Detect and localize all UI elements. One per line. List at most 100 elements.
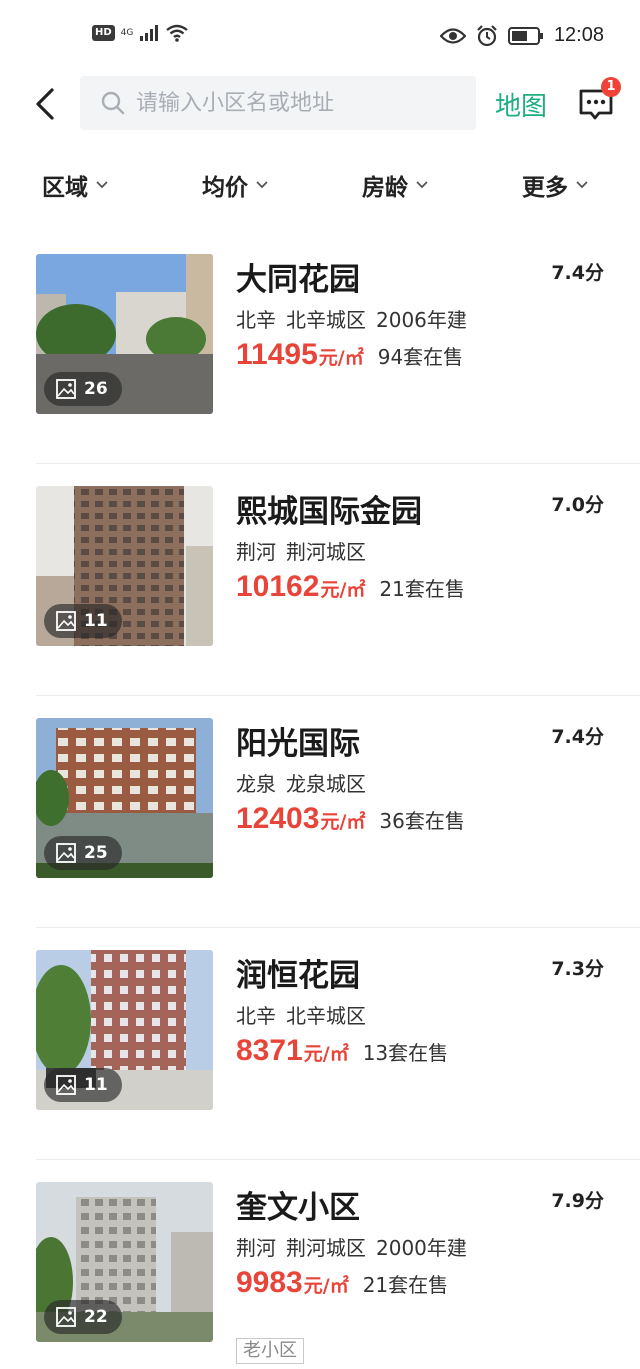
photo-count: 11 (84, 611, 108, 631)
district-label: 北辛城区 (286, 1004, 366, 1028)
district-label: 北辛城区 (286, 308, 366, 332)
filter-label: 更多 (522, 175, 568, 201)
community-score: 7.3分 (551, 958, 604, 980)
image-icon (56, 611, 76, 631)
community-name[interactable]: 大同花园 (236, 254, 360, 299)
community-score: 7.4分 (551, 726, 604, 748)
hd-indicator: HD (92, 25, 115, 41)
message-count-badge: 1 (601, 77, 621, 97)
search-icon (101, 91, 125, 115)
avg-price: 11495 (236, 338, 318, 371)
search-box[interactable] (80, 76, 476, 130)
network-label: 4G (120, 27, 134, 38)
list-item[interactable]: 11 熙城国际金园 7.0分 荆河 荆河城区 10162 元/㎡ 21套在售 (0, 464, 640, 696)
build-year: 2000年建 (376, 1236, 467, 1260)
community-name[interactable]: 奎文小区 (236, 1182, 360, 1227)
filter-region[interactable]: 区域 (42, 168, 108, 202)
photo-count-badge: 26 (44, 372, 122, 406)
status-left: HD 4G (92, 24, 189, 42)
filter-label: 房龄 (362, 175, 408, 201)
image-icon (56, 1307, 76, 1327)
photo-count-badge: 25 (44, 836, 122, 870)
price-unit: 元/㎡ (320, 811, 366, 833)
list-item[interactable]: 26 大同花园 7.4分 北辛 北辛城区 2006年建 11495 元/㎡ 94套在… (0, 232, 640, 464)
photo-count: 26 (84, 379, 108, 399)
price-unit: 元/㎡ (303, 1043, 349, 1065)
community-name[interactable]: 熙城国际金园 (236, 486, 422, 531)
photo-count: 11 (84, 1075, 108, 1095)
price-unit: 元/㎡ (318, 347, 364, 369)
community-location: 荆河 荆河城区 2000年建 (236, 1232, 477, 1261)
old-community-tag: 老小区 (236, 1338, 304, 1364)
alarm-icon (477, 24, 497, 46)
area-label: 北辛 (236, 308, 276, 332)
photo-count: 22 (84, 1307, 108, 1327)
on-sale-count: 21套在售 (362, 1273, 449, 1297)
filter-building-age[interactable]: 房龄 (362, 168, 428, 202)
price-row: 10162 元/㎡ 21套在售 (236, 570, 465, 604)
community-location: 北辛 北辛城区 (236, 1000, 376, 1029)
signal-icon (140, 25, 159, 41)
community-score: 7.4分 (551, 262, 604, 284)
clock: 12:08 (553, 24, 604, 46)
photo-count-badge: 11 (44, 1068, 122, 1102)
image-icon (56, 843, 76, 863)
on-sale-count: 21套在售 (379, 577, 465, 601)
photo-count-badge: 11 (44, 604, 122, 638)
community-location: 荆河 荆河城区 (236, 536, 376, 565)
area-label: 北辛 (236, 1004, 276, 1028)
list-item[interactable]: 22 奎文小区 7.9分 荆河 荆河城区 2000年建 9983 元/㎡ 21套在售… (0, 1160, 640, 1369)
network-type: 4G (120, 27, 134, 38)
battery-icon (507, 26, 543, 45)
community-photo[interactable]: 11 (36, 950, 213, 1110)
chevron-down-icon (96, 181, 108, 189)
filter-more[interactable]: 更多 (522, 168, 588, 202)
district-label: 荆河城区 (286, 540, 366, 564)
chevron-down-icon (256, 181, 268, 189)
community-name[interactable]: 阳光国际 (236, 718, 360, 763)
photo-count-badge: 22 (44, 1300, 122, 1334)
community-photo[interactable]: 22 (36, 1182, 213, 1342)
filter-avg-price[interactable]: 均价 (202, 168, 268, 202)
price-row: 8371 元/㎡ 13套在售 (236, 1034, 448, 1068)
community-score: 7.0分 (551, 494, 604, 516)
area-label: 荆河 (236, 540, 276, 564)
on-sale-count: 94套在售 (377, 345, 464, 369)
district-label: 龙泉城区 (286, 772, 366, 796)
wifi-icon (166, 24, 189, 42)
search-input[interactable] (136, 90, 456, 116)
photo-count: 25 (84, 843, 108, 863)
eye-icon (439, 27, 466, 44)
image-icon (56, 1075, 76, 1095)
chevron-down-icon (416, 181, 428, 189)
status-right: 12:08 (439, 24, 604, 47)
on-sale-count: 36套在售 (379, 809, 465, 833)
community-location: 北辛 北辛城区 2006年建 (236, 304, 477, 333)
list-item[interactable]: 11 润恒花园 7.3分 北辛 北辛城区 8371 元/㎡ 13套在售 (0, 928, 640, 1160)
price-row: 11495 元/㎡ 94套在售 (236, 338, 463, 372)
community-photo[interactable]: 26 (36, 254, 213, 414)
status-bar: HD 4G 12:08 (0, 0, 640, 70)
filter-label: 区域 (42, 175, 88, 201)
map-button[interactable]: 地图 (495, 86, 547, 123)
price-unit: 元/㎡ (303, 1275, 349, 1297)
filter-label: 均价 (202, 175, 248, 201)
price-unit: 元/㎡ (320, 579, 366, 601)
community-photo[interactable]: 25 (36, 718, 213, 878)
on-sale-count: 13套在售 (362, 1041, 449, 1065)
image-icon (56, 379, 76, 399)
area-label: 荆河 (236, 1236, 276, 1260)
price-row: 12403 元/㎡ 36套在售 (236, 802, 465, 836)
search-header: 地图 (0, 76, 640, 132)
list-item[interactable]: 25 阳光国际 7.4分 龙泉 龙泉城区 12403 元/㎡ 36套在售 (0, 696, 640, 928)
community-location: 龙泉 龙泉城区 (236, 768, 376, 797)
avg-price: 10162 (236, 570, 320, 603)
avg-price: 12403 (236, 802, 320, 835)
build-year: 2006年建 (376, 308, 467, 332)
price-row: 9983 元/㎡ 21套在售 (236, 1266, 448, 1300)
back-arrow-icon[interactable] (30, 86, 62, 122)
community-name[interactable]: 润恒花园 (236, 950, 360, 995)
filter-bar: 区域 均价 房龄 更多 (0, 168, 640, 204)
community-photo[interactable]: 11 (36, 486, 213, 646)
area-label: 龙泉 (236, 772, 276, 796)
